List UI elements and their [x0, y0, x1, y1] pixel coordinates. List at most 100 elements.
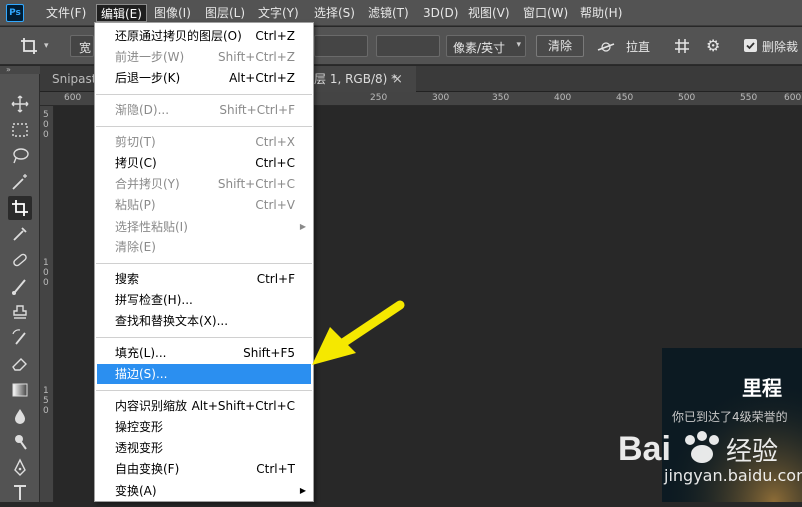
gear-icon[interactable]: ⚙	[706, 36, 726, 56]
crop-tool-icon[interactable]	[8, 196, 32, 220]
menu-select[interactable]: 选择(S)	[310, 4, 359, 22]
edit-menu-dropdown: 还原通过拷贝的图层(O) Ctrl+Z 前进一步(W) Shift+Ctrl+Z 后…	[94, 22, 314, 502]
eyedropper-tool-icon[interactable]	[8, 222, 32, 246]
menu-item-paste: 粘贴(P) Ctrl+V	[115, 198, 295, 212]
menu-item-find-replace[interactable]: 查找和替换文本(X)...	[96, 311, 312, 331]
ruler-label: 1	[43, 386, 49, 396]
delete-cropped-checkbox[interactable]	[744, 39, 757, 52]
ruler-label: 0	[43, 130, 49, 140]
chevron-down-icon: ▾	[516, 40, 521, 50]
crop-tool-icon[interactable]	[18, 35, 42, 57]
menu-view[interactable]: 视图(V)	[464, 4, 514, 22]
marquee-tool-icon[interactable]	[8, 118, 32, 142]
ruler-label: 0	[43, 406, 49, 416]
menu-item-perspective-warp[interactable]: 透视变形	[96, 438, 312, 458]
clone-stamp-tool-icon[interactable]	[8, 300, 32, 324]
vertical-ruler: 5 0 0 1 0 0 1 5 0	[40, 106, 54, 502]
submenu-arrow-icon: ▶	[299, 486, 306, 495]
ruler-label: 5	[43, 110, 49, 120]
menu-item-copy-merged: 合并拷贝(Y) Shift+Ctrl+C	[115, 177, 295, 191]
resolution-unit-value: 像素/英寸	[453, 41, 506, 55]
straighten-icon[interactable]	[596, 38, 616, 54]
menu-separator	[96, 390, 312, 391]
ruler-label: 500	[678, 93, 696, 103]
menu-item-search[interactable]: 搜索 Ctrl+F	[96, 269, 312, 289]
brush-tool-icon[interactable]	[8, 274, 32, 298]
menu-separator	[96, 94, 312, 95]
menu-item-cut: 剪切(T) Ctrl+X	[115, 135, 295, 149]
ruler-label: 0	[43, 268, 49, 278]
pen-tool-icon[interactable]	[8, 456, 32, 480]
svg-text:经验: 经验	[726, 437, 778, 467]
ruler-label: 600	[784, 93, 802, 103]
ruler-label: 350	[492, 93, 510, 103]
ruler-label: 600	[64, 93, 82, 103]
menu-item-copy[interactable]: 拷贝(C) Ctrl+C	[96, 153, 312, 173]
height-field[interactable]	[314, 35, 368, 57]
menu-item-transform[interactable]: 变换(A) ▶	[96, 481, 312, 501]
tools-panel: »	[0, 66, 40, 502]
ruler-label: 5	[43, 396, 49, 406]
ruler-label: 450	[616, 93, 634, 103]
move-tool-icon[interactable]	[8, 92, 32, 116]
healing-brush-tool-icon[interactable]	[8, 248, 32, 272]
tool-preset-chevron-icon[interactable]: ▾	[44, 41, 49, 51]
menu-item-stroke[interactable]: 描边(S)...	[97, 364, 311, 384]
overlay-grid-icon[interactable]	[672, 36, 692, 56]
menu-window[interactable]: 窗口(W)	[519, 4, 572, 22]
ruler-label: 0	[43, 120, 49, 130]
menu-item-paste-special: 选择性粘贴(I) ▶	[96, 217, 312, 237]
menu-filter[interactable]: 滤镜(T)	[364, 4, 413, 22]
ruler-label: 0	[43, 278, 49, 288]
resolution-unit-select[interactable]: 像素/英寸 ▾	[446, 35, 526, 57]
menu-item-fill[interactable]: 填充(L)... Shift+F5	[96, 343, 312, 363]
width-field[interactable]: 宽	[70, 35, 94, 57]
panel-collapse-icon[interactable]: »	[0, 66, 40, 74]
lasso-tool-icon[interactable]	[8, 144, 32, 168]
menu-layer[interactable]: 图层(L)	[201, 4, 249, 22]
history-brush-tool-icon[interactable]	[8, 326, 32, 350]
menu-type[interactable]: 文字(Y)	[254, 4, 303, 22]
gradient-tool-icon[interactable]	[8, 378, 32, 402]
delete-cropped-label[interactable]: 删除裁	[762, 38, 798, 55]
menu-separator	[96, 263, 312, 264]
submenu-arrow-icon: ▶	[299, 222, 306, 231]
ruler-label: 1	[43, 258, 49, 268]
menu-item-puppet-warp[interactable]: 操控变形	[96, 417, 312, 437]
menu-item-content-aware-scale[interactable]: 内容识别缩放 Alt+Shift+Ctrl+C	[96, 396, 312, 416]
baidu-logo-icon: Bai 经验	[618, 430, 778, 468]
dodge-tool-icon[interactable]	[8, 430, 32, 454]
ruler-label: 400	[554, 93, 572, 103]
ruler-label: 250	[370, 93, 388, 103]
menu-item-step-forward: 前进一步(W) Shift+Ctrl+Z	[115, 50, 295, 64]
image-title-text: 里程	[742, 376, 782, 400]
svg-text:Bai: Bai	[618, 430, 671, 468]
menu-3d[interactable]: 3D(D)	[419, 4, 462, 22]
eraser-tool-icon[interactable]	[8, 352, 32, 376]
baidu-watermark: Bai 经验	[588, 412, 802, 502]
photoshop-logo: Ps	[6, 4, 24, 22]
watermark-url: jingyan.baidu.com	[664, 466, 802, 485]
menu-item-clear: 清除(E)	[115, 240, 156, 254]
menu-item-undo[interactable]: 还原通过拷贝的图层(O) Ctrl+Z	[96, 26, 312, 46]
straighten-label[interactable]: 拉直	[626, 38, 650, 55]
blur-tool-icon[interactable]	[8, 404, 32, 428]
menu-item-step-backward[interactable]: 后退一步(K) Alt+Ctrl+Z	[96, 68, 312, 88]
close-icon[interactable]: ×	[392, 72, 403, 87]
width-label: 宽	[79, 41, 92, 55]
menu-item-free-transform[interactable]: 自由变换(F) Ctrl+T	[96, 459, 312, 479]
type-tool-icon[interactable]	[8, 480, 32, 504]
menu-file[interactable]: 文件(F)	[42, 4, 90, 22]
ruler-label: 300	[432, 93, 450, 103]
resolution-field[interactable]	[376, 35, 440, 57]
menu-item-check-spelling[interactable]: 拼写检查(H)...	[96, 290, 312, 310]
annotation-arrow-icon	[312, 300, 405, 365]
document-tab-label: 层 1, RGB/8) *	[314, 72, 398, 86]
menu-help[interactable]: 帮助(H)	[576, 4, 626, 22]
ruler-label: 550	[740, 93, 758, 103]
menu-item-fade: 渐隐(D)... Shift+Ctrl+F	[115, 103, 295, 117]
clear-button[interactable]: 清除	[536, 35, 584, 57]
magic-wand-tool-icon[interactable]	[8, 170, 32, 194]
menu-edit[interactable]: 编辑(E)	[96, 4, 147, 22]
menu-image[interactable]: 图像(I)	[150, 4, 195, 22]
